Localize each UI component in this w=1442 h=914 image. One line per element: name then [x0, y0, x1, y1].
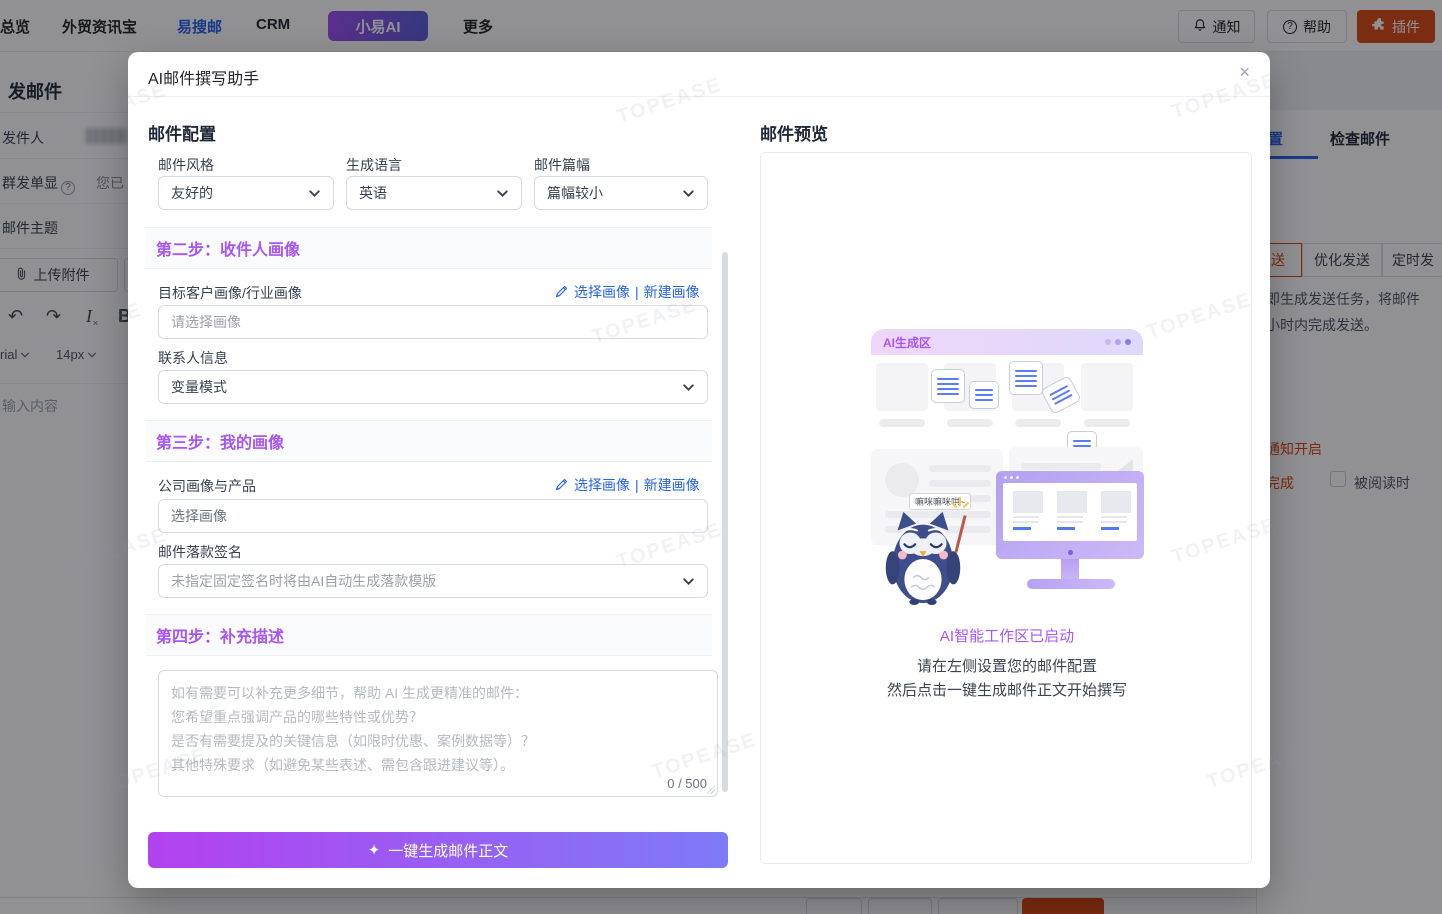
ai-email-assistant-modal: AI邮件撰写助手 × 邮件配置 邮件风格 生成语言 邮件篇幅 友好的 英语 篇幅… [128, 52, 1270, 888]
preview-heading: 邮件预览 [760, 120, 828, 145]
modal-header: AI邮件撰写助手 × [128, 52, 1270, 97]
wand-sparkle-icon [949, 497, 971, 517]
select-company-profile-link[interactable]: 选择画像 [574, 475, 630, 495]
style-label: 邮件风格 [158, 155, 214, 175]
document-icon [969, 381, 999, 409]
length-label: 邮件篇幅 [534, 155, 590, 175]
monitor-stand [1061, 559, 1079, 579]
hint-line-2: 然后点击一键生成邮件正文开始撰写 [811, 679, 1203, 700]
char-counter: 0 / 500 [667, 776, 707, 791]
config-heading: 邮件配置 [148, 120, 216, 145]
config-scrollbar[interactable] [722, 252, 728, 792]
company-profile-label: 公司画像与产品 [158, 476, 256, 496]
extra-description-textarea[interactable] [159, 671, 717, 796]
generate-email-button[interactable]: ✦ 一键生成邮件正文 [148, 832, 728, 868]
step2-band: 第二步：收件人画像 [146, 227, 712, 269]
language-label: 生成语言 [346, 155, 402, 175]
signature-label: 邮件落款签名 [158, 542, 242, 562]
company-profile-input[interactable]: 选择画像 [158, 499, 708, 533]
window-dots-icon [1105, 339, 1131, 345]
contact-info-label: 联系人信息 [158, 348, 228, 368]
placeholder-bar [879, 419, 925, 427]
step4-band: 第四步：补充描述 [146, 614, 712, 656]
document-icon [1009, 361, 1043, 395]
target-profile-links: 选择画像 | 新建画像 [555, 282, 700, 302]
monitor-power-dot [1068, 550, 1073, 555]
chevron-down-icon [308, 187, 321, 200]
edit-pen-icon [555, 477, 569, 494]
sparkle-icon: ✦ [368, 841, 381, 859]
contact-mode-select[interactable]: 变量模式 [158, 370, 708, 404]
document-icon [931, 369, 965, 403]
app-root: 总览 外贸资讯宝 易搜邮 CRM 小易AI 更多 通知 ? 帮助 插件 发邮件 … [0, 0, 1442, 914]
company-profile-links: 选择画像 | 新建画像 [555, 475, 700, 495]
monitor-screen [1003, 483, 1137, 541]
workspace-status-text: AI智能工作区已启动 [871, 625, 1143, 646]
hint-line-1: 请在左侧设置您的邮件配置 [811, 655, 1203, 676]
length-select[interactable]: 篇幅较小 [534, 176, 708, 210]
chevron-down-icon [682, 187, 695, 200]
target-profile-label: 目标客户画像/行业画像 [158, 283, 302, 303]
chevron-down-icon [682, 575, 695, 588]
chevron-down-icon [496, 187, 509, 200]
email-preview-panel: AI生成区 [760, 152, 1252, 864]
monitor-base [1027, 579, 1115, 589]
link-separator: | [635, 477, 639, 493]
ai-generation-banner: AI生成区 [871, 329, 1143, 355]
modal-title: AI邮件撰写助手 [148, 65, 259, 89]
placeholder-card [1081, 363, 1133, 411]
placeholder-bar [947, 419, 993, 427]
target-profile-input[interactable]: 请选择画像 [158, 305, 708, 339]
close-icon[interactable]: × [1239, 63, 1250, 81]
placeholder-bar [1015, 419, 1061, 427]
step3-heading: 第三步：我的画像 [146, 429, 284, 453]
placeholder-bar [1084, 419, 1130, 427]
extra-description-field: 0 / 500 [158, 670, 718, 797]
ai-workspace-illustration: AI生成区 [871, 329, 1143, 709]
placeholder-card [876, 363, 928, 411]
create-company-profile-link[interactable]: 新建画像 [644, 475, 700, 495]
edit-pen-icon [555, 284, 569, 301]
select-profile-link[interactable]: 选择画像 [574, 282, 630, 302]
chevron-down-icon [682, 381, 695, 394]
create-profile-link[interactable]: 新建画像 [644, 282, 700, 302]
banner-title: AI生成区 [883, 334, 931, 351]
resize-handle[interactable] [706, 785, 715, 794]
email-style-select[interactable]: 友好的 [158, 176, 334, 210]
owl-mascot-icon [883, 507, 963, 605]
avatar-placeholder [885, 463, 919, 497]
step4-heading: 第四步：补充描述 [146, 623, 284, 647]
monitor-illustration [996, 471, 1144, 559]
link-separator: | [635, 284, 639, 300]
signature-select[interactable]: 未指定固定签名时将由AI自动生成落款模版 [158, 564, 708, 598]
step2-heading: 第二步：收件人画像 [146, 236, 300, 260]
step3-band: 第三步：我的画像 [146, 420, 712, 462]
language-select[interactable]: 英语 [346, 176, 522, 210]
